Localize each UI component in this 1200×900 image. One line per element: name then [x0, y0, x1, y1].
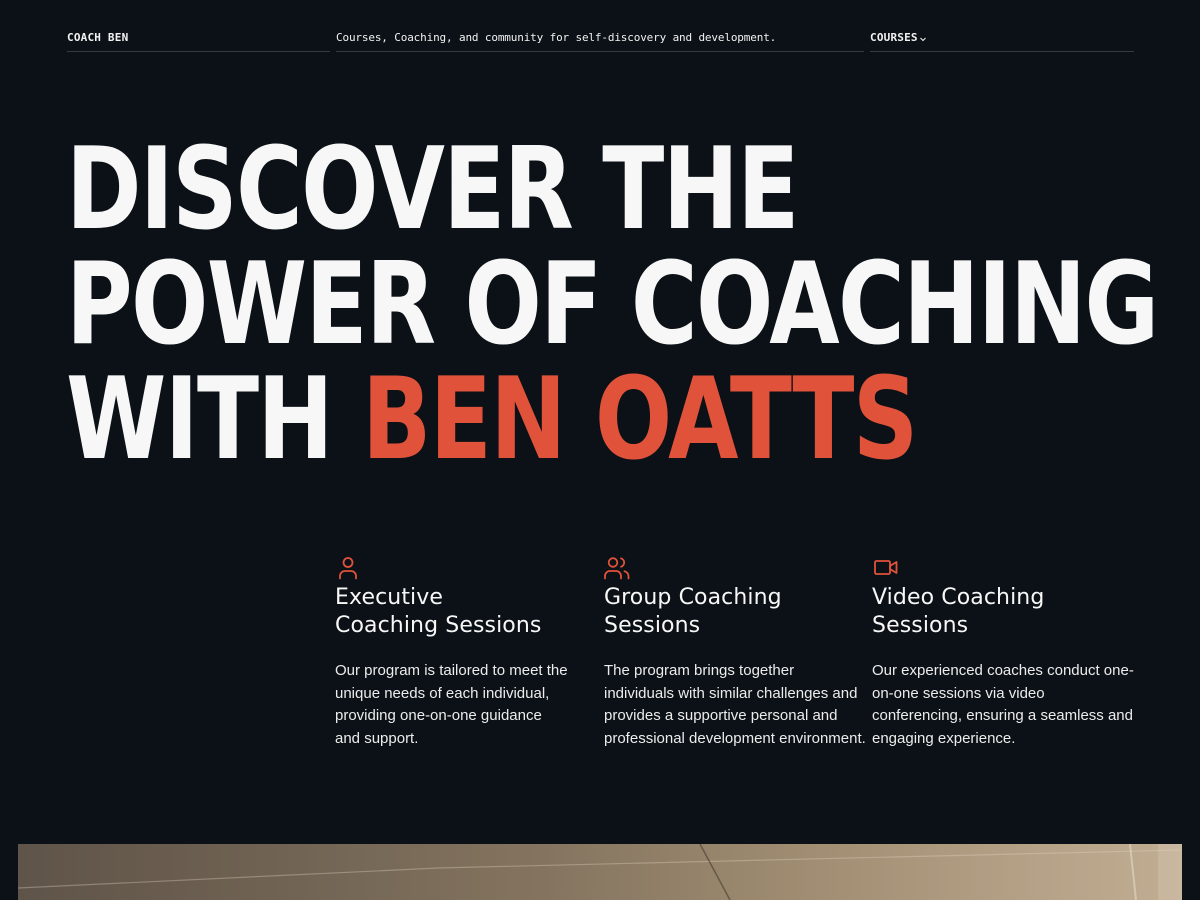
user-icon [339, 557, 357, 580]
hero-photo [18, 844, 1182, 900]
feature-desc-line: conferencing, ensuring a seamless and [872, 707, 1133, 724]
feature-desc-line: unique needs of each individual, [335, 684, 550, 702]
brand-logo-link[interactable]: COACH BEN [67, 32, 128, 44]
feature-desc-line: on-one sessions via video [872, 684, 1045, 702]
courses-menu-label: COURSES [870, 31, 918, 44]
menu-cell: COURSES [870, 0, 1134, 52]
video-camera-icon [874, 560, 898, 575]
feature-video-coaching: Video Coaching Sessions Our experienced … [872, 555, 1134, 750]
feature-title-line: Video Coaching [872, 585, 1045, 610]
feature-desc-line: engaging experience. [872, 729, 1016, 747]
feature-desc-line: provides a supportive personal and [604, 707, 838, 724]
hero-line-1: DISCOVER THE [66, 123, 799, 255]
feature-title: Executive Coaching Sessions [335, 584, 597, 640]
feature-desc-line: and support. [335, 729, 419, 747]
feature-title: Video Coaching Sessions [872, 584, 1134, 640]
feature-desc-line: professional development environment. [604, 729, 866, 747]
tagline-cell: Courses, Coaching, and community for sel… [336, 0, 864, 52]
feature-title: Group Coaching Sessions [604, 584, 866, 640]
feature-title-line: Executive [335, 585, 444, 610]
feature-description: Our program is tailored to meet the uniq… [335, 660, 597, 750]
feature-desc-line: Our program is tailored to meet the [335, 662, 568, 679]
hero-coach-name: BEN OATTS [361, 353, 918, 485]
brand-cell: COACH BEN [67, 0, 330, 52]
top-navigation: COACH BEN Courses, Coaching, and communi… [67, 0, 1134, 53]
feature-title-line: Sessions [872, 613, 969, 638]
courses-menu-button[interactable]: COURSES [870, 32, 927, 44]
feature-group-coaching: Group Coaching Sessions The program brin… [604, 555, 866, 750]
feature-title-line: Coaching Sessions [335, 613, 542, 638]
hero-line-2: POWER OF COACHING [66, 238, 1159, 370]
photo-ceiling-lines [18, 844, 1182, 900]
site-tagline: Courses, Coaching, and community for sel… [336, 31, 777, 44]
users-icon [604, 557, 630, 580]
feature-title-line: Group Coaching [604, 585, 782, 610]
feature-executive-coaching: Executive Coaching Sessions Our program … [335, 555, 597, 750]
feature-title-line: Sessions [604, 613, 701, 638]
feature-description: Our experienced coaches conduct one- on-… [872, 660, 1134, 750]
feature-desc-line: The program brings together [604, 662, 795, 679]
feature-desc-line: providing one-on-one guidance [335, 707, 542, 724]
feature-desc-line: Our experienced coaches conduct one- [872, 662, 1134, 679]
feature-description: The program brings together individuals … [604, 660, 866, 750]
hero-line-3: WITH BEN OATTS [66, 362, 1158, 477]
hero-line-3-prefix: WITH [66, 353, 334, 485]
feature-desc-line: individuals with similar challenges and [604, 684, 858, 702]
chevron-down-icon [919, 37, 926, 42]
hero-headline: DISCOVER THE POWER OF COACHING WITH BEN … [66, 123, 1159, 477]
